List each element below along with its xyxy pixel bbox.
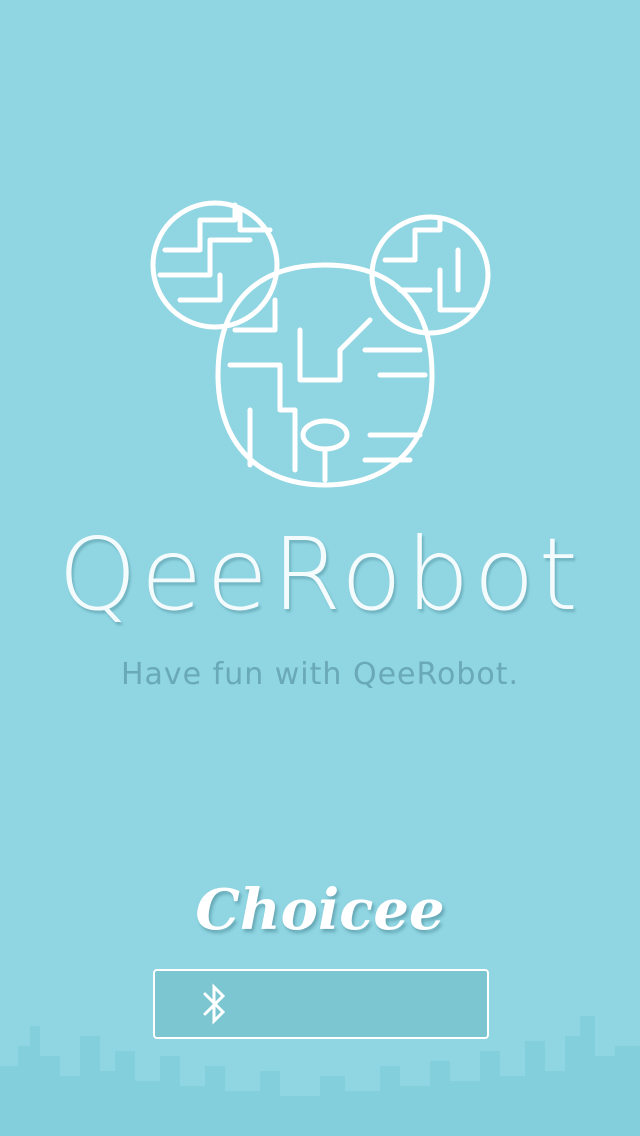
app-tagline: Have fun with QeeRobot. <box>120 657 520 692</box>
splash-screen: QeeRobot Have fun with QeeRobot. Choicee <box>0 0 640 1136</box>
robot-bear-logo-icon <box>150 200 491 488</box>
app-title: QeeRobot <box>58 516 582 633</box>
bluetooth-connect-button[interactable] <box>153 969 489 1039</box>
bluetooth-icon <box>203 983 226 1025</box>
brand-logo: Choicee <box>195 877 445 943</box>
